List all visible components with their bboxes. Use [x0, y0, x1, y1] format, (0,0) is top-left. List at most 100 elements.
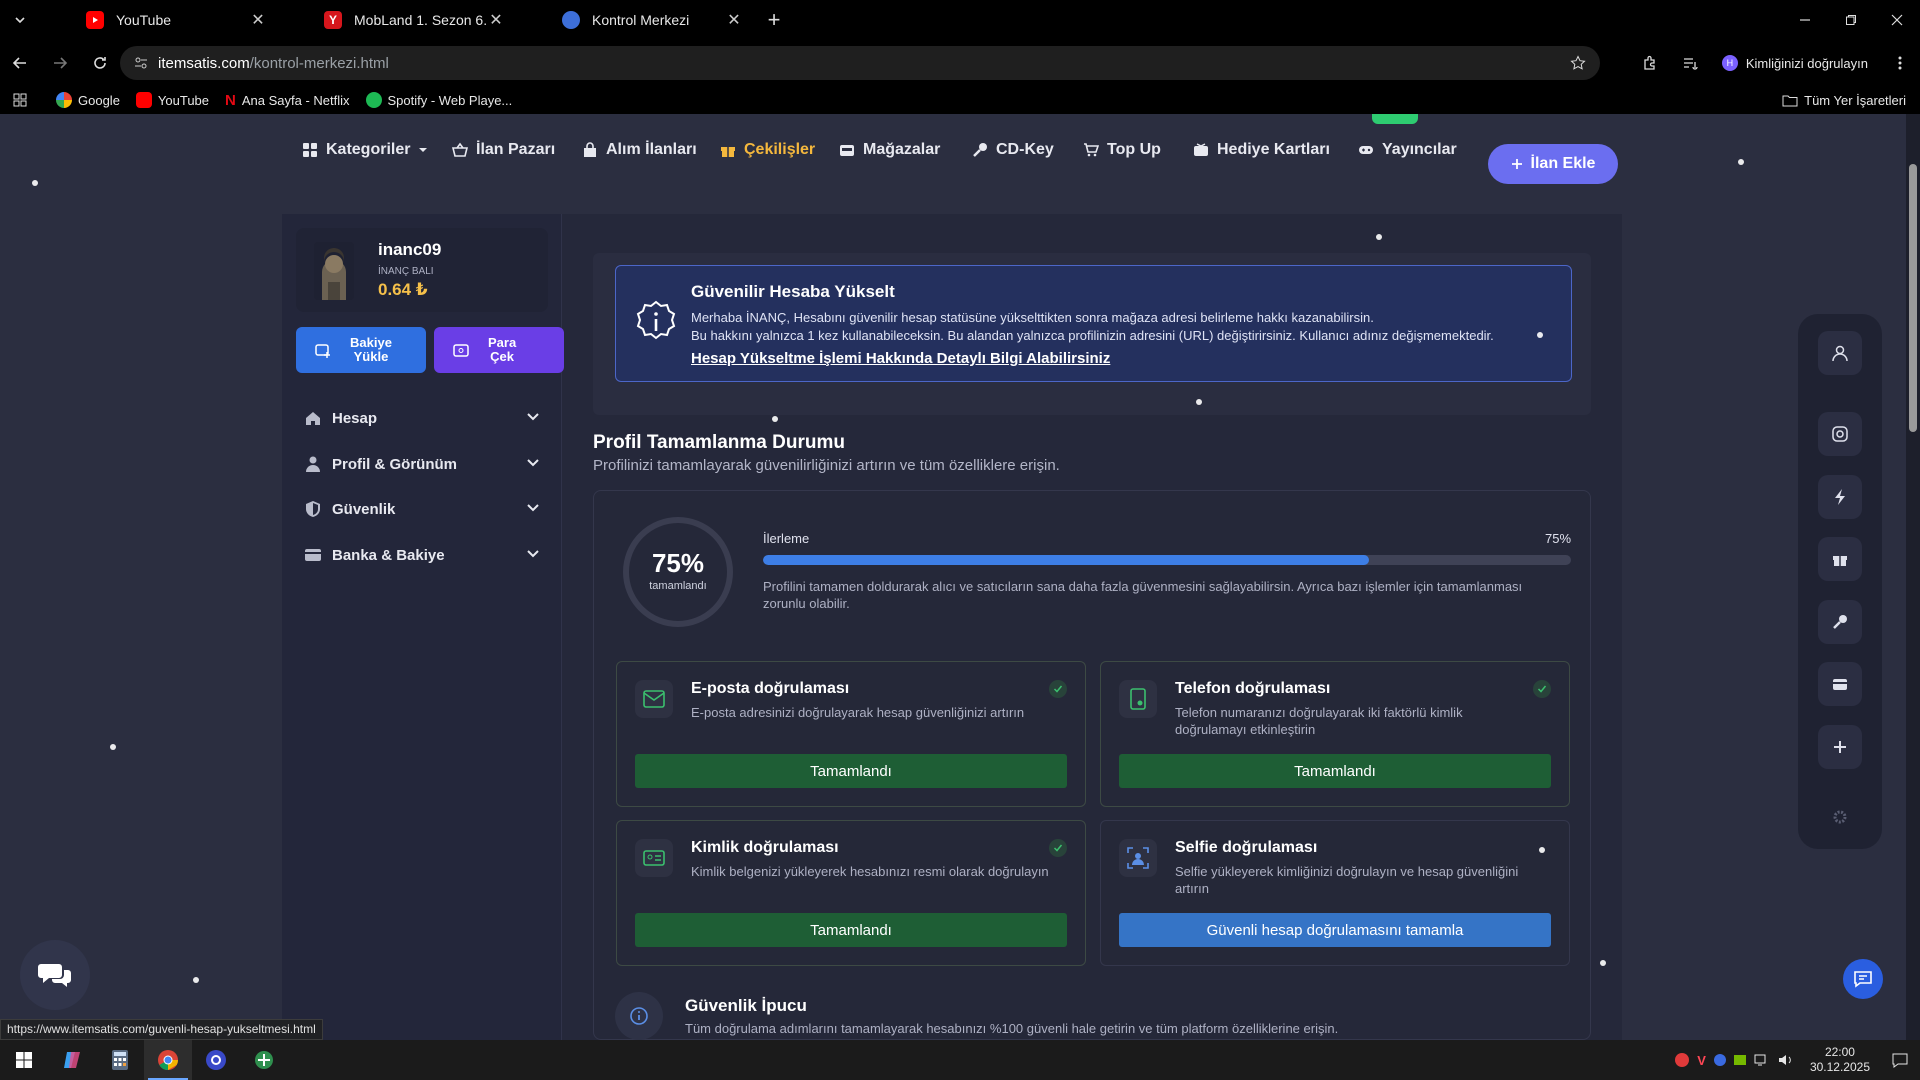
notifications-icon[interactable] — [1892, 1052, 1908, 1068]
decorative-dot — [1539, 847, 1545, 853]
close-tab-icon[interactable]: ✕ — [724, 10, 744, 30]
chrome-icon[interactable] — [144, 1040, 192, 1080]
rail-gear-icon[interactable] — [1833, 810, 1847, 824]
bookmark-label: Ana Sayfa - Netflix — [241, 92, 350, 108]
avatar[interactable] — [314, 242, 354, 300]
bookmark-netflix[interactable]: N Ana Sayfa - Netflix — [225, 92, 350, 109]
rail-card-icon[interactable] — [1818, 662, 1862, 706]
grid-icon — [303, 143, 317, 157]
chevron-down-icon — [527, 550, 539, 558]
bookmark-star-icon[interactable] — [1570, 55, 1586, 71]
add-listing-button[interactable]: İlan Ekle — [1488, 144, 1618, 184]
minimize-icon[interactable] — [1782, 0, 1828, 40]
all-bookmarks[interactable]: Tüm Yer İşaretleri — [1782, 86, 1906, 114]
bookmark-spotify[interactable]: Spotify - Web Playe... — [365, 92, 512, 108]
scrollbar-thumb[interactable] — [1909, 164, 1917, 432]
page-scrollbar[interactable] — [1906, 114, 1920, 1040]
tray-app-icon[interactable] — [1713, 1054, 1726, 1066]
nav-cekilisler[interactable]: Çekilişler — [720, 138, 815, 162]
progress-value: 75% — [1545, 531, 1572, 546]
network-icon[interactable] — [1754, 1053, 1770, 1067]
rail-key-icon[interactable] — [1818, 600, 1862, 644]
load-balance-button[interactable]: Bakiye Yükle — [296, 327, 426, 373]
verification-card-email: E-posta doğrulaması E-posta adresinizi d… — [616, 661, 1086, 807]
nav-hediye-kartlari[interactable]: Hediye Kartları — [1193, 138, 1330, 162]
decorative-dot — [1537, 332, 1543, 338]
decorative-dot — [1376, 234, 1382, 240]
upgrade-info-link[interactable]: Hesap Yükseltme İşlemi Hakkında Detaylı … — [691, 350, 1110, 367]
bookmark-label: YouTube — [157, 92, 210, 108]
site-info-icon[interactable] — [134, 56, 148, 70]
add-listing-label: İlan Ekle — [1530, 155, 1596, 172]
gamepad-icon — [1359, 146, 1373, 154]
progress-bar — [763, 555, 1571, 565]
site-favicon-icon — [562, 11, 580, 29]
back-icon[interactable] — [0, 43, 40, 83]
nav-magazalar[interactable]: Mağazalar — [839, 138, 940, 162]
sidebar-item-guvenlik[interactable]: Güvenlik — [304, 494, 540, 524]
user-icon — [306, 456, 320, 472]
nav-label: Yayıncılar — [1382, 141, 1457, 158]
restore-icon[interactable] — [1828, 0, 1874, 40]
windows-start-icon[interactable] — [0, 1040, 48, 1080]
upgrade-banner: Güvenilir Hesaba Yükselt Merhaba İNANÇ, … — [615, 265, 1572, 382]
apps-grid-icon[interactable] — [0, 93, 40, 107]
nav-alim-ilanlari[interactable]: Alım İlanları — [582, 138, 697, 162]
forward-icon[interactable] — [40, 43, 80, 83]
close-window-icon[interactable] — [1874, 0, 1920, 40]
rail-user-icon[interactable] — [1818, 331, 1862, 375]
reload-icon[interactable] — [80, 43, 120, 83]
nav-label: Hediye Kartları — [1217, 141, 1330, 158]
rail-plus-icon[interactable] — [1818, 725, 1862, 769]
game-launcher-icon[interactable] — [240, 1040, 288, 1080]
sidebar-item-hesap[interactable]: Hesap — [304, 403, 540, 433]
address-bar[interactable]: itemsatis.com/kontrol-merkezi.html — [120, 46, 1600, 80]
nav-ilan-pazari[interactable]: İlan Pazarı — [452, 138, 555, 162]
nav-top-up[interactable]: Top Up — [1083, 138, 1161, 162]
verification-status-button[interactable]: Tamamlandı — [635, 913, 1067, 947]
tray-valorant-icon[interactable]: V — [1697, 1053, 1706, 1068]
close-tab-icon[interactable]: ✕ — [248, 10, 268, 30]
sidebar-item-label: Profil & Görünüm — [332, 455, 457, 473]
bookmark-youtube[interactable]: YouTube — [135, 92, 210, 108]
nav-yayincilar[interactable]: Yayıncılar — [1358, 138, 1457, 162]
browser-tab-youtube[interactable]: YouTube ✕ — [40, 0, 278, 40]
withdraw-button[interactable]: Para Çek — [434, 327, 564, 373]
tab-title: Kontrol Merkezi — [592, 12, 690, 28]
volume-icon[interactable] — [1778, 1053, 1794, 1067]
bookmark-label: Google — [78, 92, 120, 108]
sidebar-item-profil[interactable]: Profil & Görünüm — [304, 449, 540, 479]
browser-tab-kontrol[interactable]: Kontrol Merkezi ✕ — [516, 0, 754, 40]
sidebar-item-banka[interactable]: Banka & Bakiye — [304, 540, 540, 570]
feedback-button[interactable] — [1843, 959, 1883, 999]
media-control-icon[interactable] — [1670, 43, 1710, 83]
rail-instagram-icon[interactable] — [1818, 412, 1862, 456]
rail-gift-icon[interactable] — [1818, 537, 1862, 581]
tray-app-icon[interactable] — [1675, 1053, 1690, 1067]
complete-verification-button[interactable]: Güvenli hesap doğrulamasını tamamla — [1119, 913, 1551, 947]
avatar: H — [1721, 55, 1738, 71]
new-tab-button[interactable]: + — [754, 0, 794, 40]
tray-nvidia-icon[interactable] — [1733, 1055, 1746, 1065]
profile-button[interactable]: H Kimliğinizi doğrulayın — [1710, 47, 1880, 79]
rail-bolt-icon[interactable] — [1818, 475, 1862, 519]
balance-label: İNANÇ BALI — [378, 266, 434, 277]
system-clock[interactable]: 22:00 30.12.2025 — [1810, 1045, 1870, 1075]
spotify-icon — [365, 92, 382, 108]
nav-kategoriler[interactable]: Kategoriler — [302, 138, 428, 162]
browser-menu-icon[interactable] — [1880, 43, 1920, 83]
extensions-icon[interactable] — [1630, 43, 1670, 83]
section-subtitle: Profilinizi tamamlayarak güvenilirliğini… — [593, 457, 1060, 474]
copilot-icon[interactable] — [48, 1040, 96, 1080]
close-tab-icon[interactable]: ✕ — [486, 10, 506, 30]
browser-app-icon[interactable] — [192, 1040, 240, 1080]
verification-status-button[interactable]: Tamamlandı — [1119, 754, 1551, 788]
nav-cd-key[interactable]: CD-Key — [972, 138, 1054, 162]
chat-button[interactable] — [20, 940, 90, 1010]
bookmark-google[interactable]: Google — [56, 92, 120, 108]
browser-tab-mobland[interactable]: Y MobLand 1. Sezon 6. Bölüm İzle ✕ — [278, 0, 516, 40]
profile-label: Kimliğinizi doğrulayın — [1745, 55, 1868, 71]
verification-status-button[interactable]: Tamamlandı — [635, 754, 1067, 788]
tab-search-icon[interactable] — [0, 0, 40, 40]
calculator-icon[interactable] — [96, 1040, 144, 1080]
